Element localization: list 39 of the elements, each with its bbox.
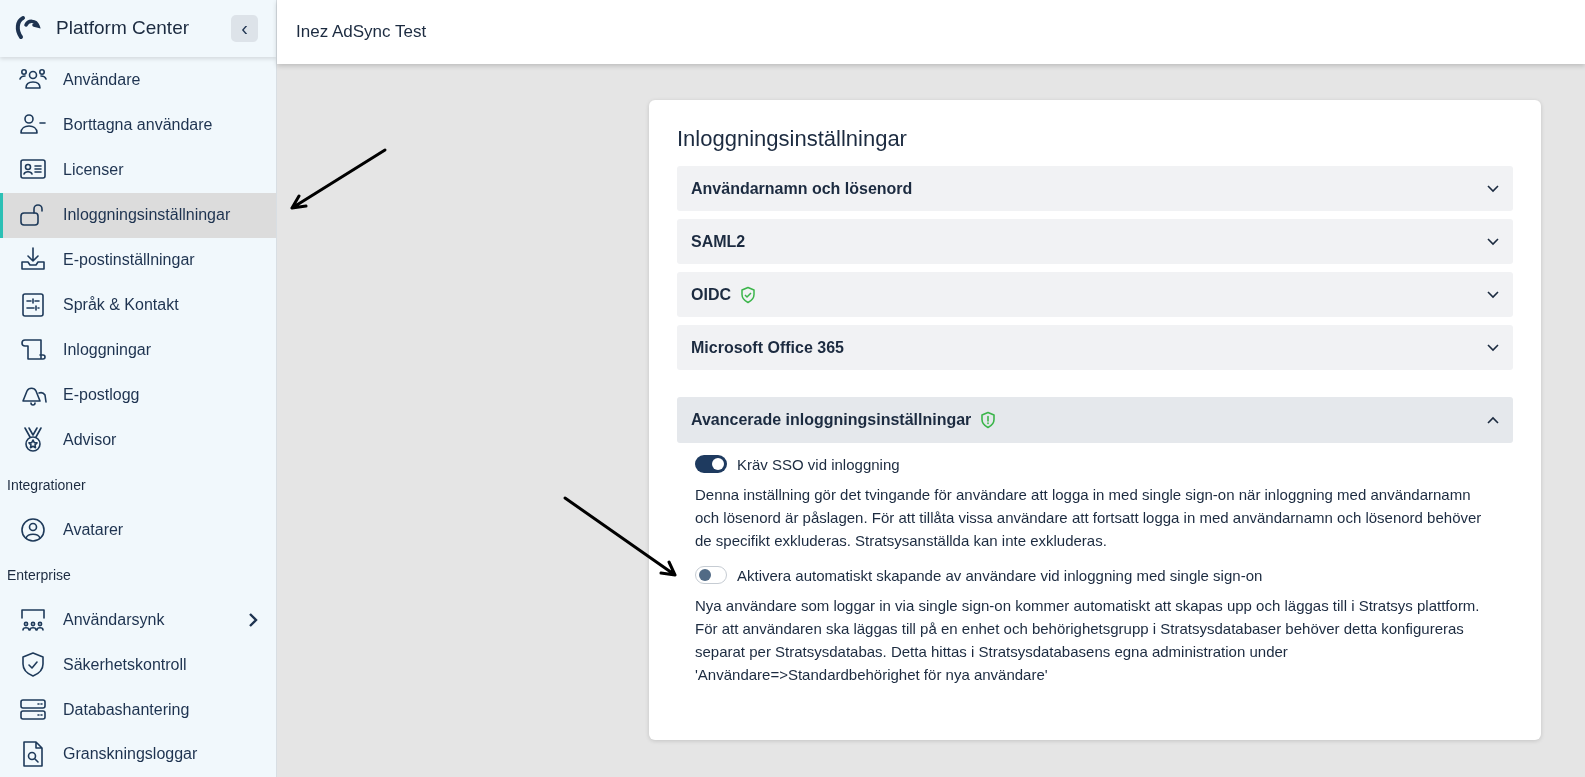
section-heading: Enterprise [6, 565, 72, 585]
toggle-switch[interactable] [695, 566, 727, 584]
collapse-button[interactable]: ‹ [231, 14, 258, 42]
sidebar-item[interactable]: Licenser [0, 147, 276, 193]
chevron-down-icon [1487, 184, 1499, 193]
page-title: Inez AdSync Test [296, 22, 427, 42]
accordion-header[interactable]: Användarnamn och lösenord [677, 166, 1513, 211]
sliders-icon [19, 291, 47, 320]
setting-description: Nya användare som loggar in via single sign-on kommer automatiskt att skapas upp och läggas till i Stratsys plattform. För att användaren ska läggas till på en enhet och behörighetsgrupp i Stratsysdatabaser behöver detta konfigureras separat per Stratsysdatabas. Detta hittas i Stratsysdatabasens egna administration under 'Användare=>Standardbehörighet för nya användare' [695, 596, 1481, 685]
accordion-header[interactable]: OIDC [677, 272, 1513, 317]
section-heading: Integrationer [6, 475, 87, 495]
accordion-header[interactable]: SAML2 [677, 219, 1513, 264]
sidebar-item[interactable]: Inloggningsinställningar [0, 192, 276, 238]
toggle-label: Aktivera automatiskt skapande av användare vid inloggning med single sign-on [737, 566, 1263, 584]
sidebar-item[interactable]: Avatarer [0, 507, 276, 553]
app-title: Platform Center [56, 17, 191, 40]
sidebar-item[interactable]: Säkerhetskontroll [0, 642, 276, 688]
sidebar-item[interactable]: E-postinställningar [0, 237, 276, 283]
sidebar-item[interactable]: Språk & Kontakt [0, 282, 276, 328]
sidebar-item[interactable]: Advisor [0, 417, 276, 463]
sidebar-item[interactable]: E-postlogg [0, 372, 276, 418]
card-title: Inloggningsinställningar [677, 126, 908, 152]
accordion-header[interactable]: Microsoft Office 365 [677, 325, 1513, 370]
shield-check-icon [19, 650, 47, 679]
accordion-header[interactable]: Avancerade inloggningsinställningar [677, 397, 1513, 443]
toggle-switch[interactable] [695, 455, 727, 473]
chevron-down-icon [1487, 343, 1499, 352]
sidebar-item[interactable]: Användare [0, 57, 276, 103]
chevron-down-icon [1487, 237, 1499, 246]
sidebar-item[interactable]: Databashantering [0, 687, 276, 732]
chevron-up-icon [1487, 416, 1499, 424]
sidebar-item[interactable]: Borttagna användare [0, 102, 276, 148]
user-circle-icon [19, 515, 47, 544]
setting-description: Denna inställning gör det tvingande för användare att logga in med single sign-on när inloggning med användarnamn och lösenord är påslagen. För att tillåta vissa användare att fortsatt logga in med användarnamn och lösenord behöver de specifikt exkluderas. Stratsysanställda kan inte exkluderas. [695, 485, 1483, 551]
sidebar-item[interactable]: Användarsynk [0, 597, 276, 643]
chevron-down-icon [1487, 290, 1499, 299]
sidebar-item[interactable]: Granskningsloggar [0, 732, 276, 777]
toggle-label: Kräv SSO vid inloggning [737, 455, 900, 473]
sidebar-item[interactable]: Inloggningar [0, 327, 276, 373]
